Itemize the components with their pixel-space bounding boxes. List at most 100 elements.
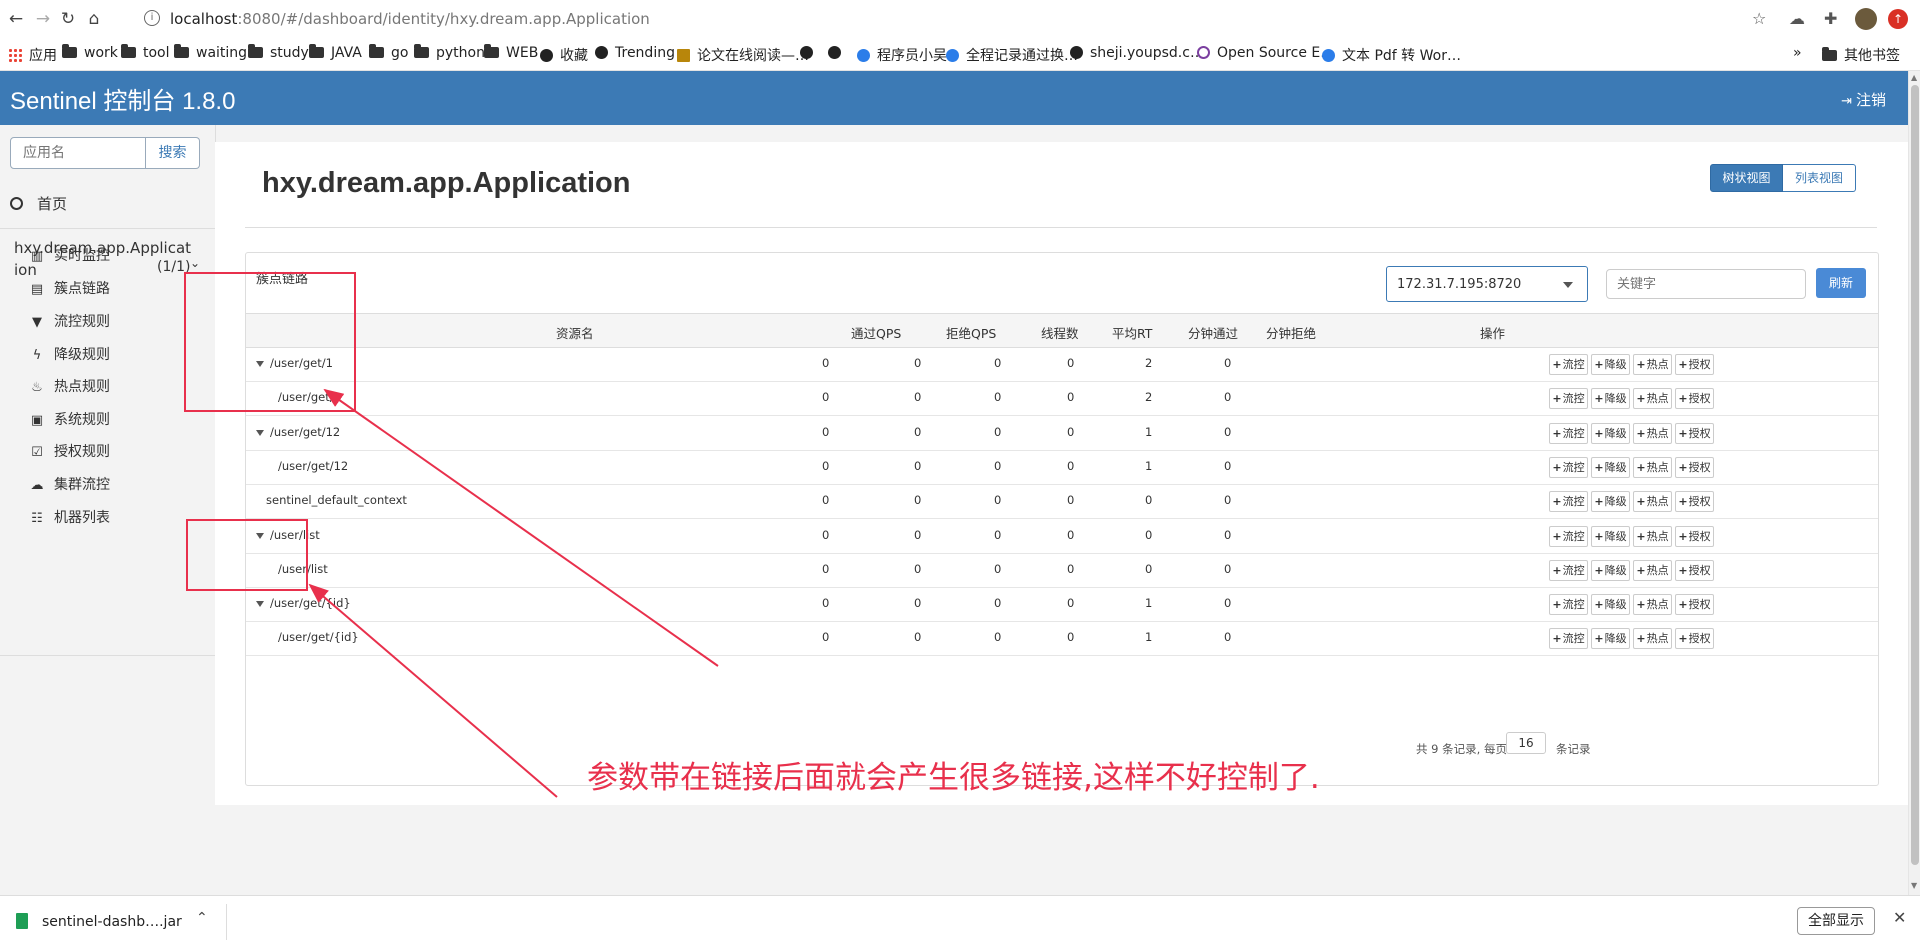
bookmark-item[interactable]: 程序员小吴 <box>857 45 947 65</box>
flow-rule-button[interactable]: +流控 <box>1549 628 1588 650</box>
flow-rule-button[interactable]: +流控 <box>1549 559 1588 581</box>
flow-rule-button[interactable]: +流控 <box>1549 422 1588 444</box>
home-icon[interactable]: ⌂ <box>84 9 104 29</box>
auth-rule-button[interactable]: +授权 <box>1675 525 1714 547</box>
flow-rule-button[interactable]: +流控 <box>1549 456 1588 478</box>
bookmark-item[interactable]: 文本 Pdf 转 Wor… <box>1322 45 1461 65</box>
bookmark-item[interactable]: sheji.youpsd.c… <box>1070 45 1204 61</box>
bookmark-item[interactable]: Trending <box>595 45 675 61</box>
chevron-down-icon[interactable]: ⌄ <box>190 256 200 270</box>
degrade-rule-button[interactable]: +降级 <box>1591 354 1630 375</box>
flow-rule-button[interactable]: +流控 <box>1549 354 1588 375</box>
logout-link[interactable]: ⇥ 注销 <box>1841 89 1886 110</box>
hotspot-rule-button[interactable]: +热点 <box>1633 559 1672 581</box>
plus-icon: + <box>1552 529 1562 543</box>
sidebar-item-home[interactable]: 首页 <box>10 193 67 214</box>
bookmark-item[interactable]: python <box>414 44 485 61</box>
site-info-icon[interactable]: i <box>144 10 160 26</box>
hotspot-rule-button[interactable]: +热点 <box>1633 491 1672 513</box>
refresh-button[interactable]: 刷新 <box>1816 268 1866 298</box>
auth-rule-button[interactable]: +授权 <box>1675 456 1714 478</box>
bookmark-item[interactable]: JAVA <box>309 44 362 61</box>
tree-view-button[interactable]: 树状视图 <box>1710 164 1783 192</box>
keyword-input[interactable] <box>1606 269 1806 299</box>
profile-avatar[interactable] <box>1855 8 1877 30</box>
auth-rule-button[interactable]: +授权 <box>1675 388 1714 410</box>
degrade-rule-button[interactable]: +降级 <box>1591 422 1630 444</box>
bookmark-item[interactable]: waiting <box>174 44 247 61</box>
auth-rule-button[interactable]: +授权 <box>1675 628 1714 650</box>
bookmark-item[interactable] <box>828 45 848 61</box>
bookmark-item[interactable]: tool <box>121 44 170 61</box>
hotspot-rule-button[interactable]: +热点 <box>1633 594 1672 616</box>
hotspot-rule-button[interactable]: +热点 <box>1633 525 1672 547</box>
scroll-up-icon[interactable]: ▲ <box>1911 73 1917 82</box>
auth-rule-button[interactable]: +授权 <box>1675 594 1714 616</box>
sidebar-menu-item[interactable]: ☑ 授权规则 <box>30 441 110 461</box>
sidebar-menu-item[interactable]: ☷ 机器列表 <box>30 507 110 527</box>
flow-rule-button[interactable]: +流控 <box>1549 388 1588 410</box>
sidebar-menu-item[interactable]: ▣ 系统规则 <box>30 409 110 429</box>
show-all-downloads-button[interactable]: 全部显示 <box>1797 907 1875 935</box>
sidebar-menu-item[interactable]: ☁ 集群流控 <box>30 474 111 494</box>
sidebar-menu-item[interactable]: ϟ 降级规则 <box>30 344 110 364</box>
sidebar-menu-item[interactable]: ♨ 热点规则 <box>30 376 110 396</box>
page-scrollbar[interactable]: ▲ ▼ <box>1908 71 1920 895</box>
degrade-rule-button[interactable]: +降级 <box>1591 388 1630 410</box>
degrade-rule-button[interactable]: +降级 <box>1591 456 1630 478</box>
degrade-rule-button[interactable]: +降级 <box>1591 628 1630 650</box>
search-button[interactable]: 搜索 <box>146 137 200 169</box>
degrade-rule-button[interactable]: +降级 <box>1591 491 1630 513</box>
bookmark-item[interactable]: study <box>248 44 309 61</box>
hotspot-rule-button[interactable]: +热点 <box>1633 422 1672 444</box>
chevron-up-icon[interactable]: ⌃ <box>196 910 208 926</box>
close-icon[interactable]: ✕ <box>1893 908 1906 927</box>
scroll-thumb[interactable] <box>1911 85 1919 865</box>
bookmark-item[interactable]: 全程记录通过换… <box>946 45 1078 65</box>
app-title[interactable]: Sentinel 控制台 1.8.0 <box>10 81 235 116</box>
bookmark-item[interactable]: Open Source E… <box>1197 45 1334 61</box>
caret-down-icon[interactable] <box>256 429 264 436</box>
machine-select[interactable]: 172.31.7.195:8720 <box>1386 266 1588 302</box>
bookmark-item[interactable]: work <box>62 44 118 61</box>
caret-down-icon[interactable] <box>256 601 264 608</box>
bookmark-item[interactable]: WEB <box>484 44 538 61</box>
sidebar-menu-item[interactable]: ▼ 流控规则 <box>30 311 110 331</box>
flow-rule-button[interactable]: +流控 <box>1549 525 1588 547</box>
bookmark-item[interactable]: 论文在线阅读—… <box>677 45 809 65</box>
bookmark-item[interactable]: 应用 <box>8 45 57 65</box>
other-bookmarks[interactable]: 其他书签 <box>1822 45 1900 65</box>
flow-rule-button[interactable]: +流控 <box>1549 594 1588 616</box>
reload-icon[interactable]: ↻ <box>58 9 78 29</box>
degrade-rule-button[interactable]: +降级 <box>1591 594 1630 616</box>
hotspot-rule-button[interactable]: +热点 <box>1633 388 1672 410</box>
degrade-rule-button[interactable]: +降级 <box>1591 525 1630 547</box>
flow-rule-button[interactable]: +流控 <box>1549 491 1588 513</box>
bookmarks-overflow-icon[interactable]: » <box>1793 45 1802 61</box>
update-icon[interactable]: ↑ <box>1888 9 1908 29</box>
extensions-icon[interactable]: ✚ <box>1824 9 1837 28</box>
download-file-name[interactable]: sentinel-dashb….jar <box>42 914 182 930</box>
back-icon[interactable]: ← <box>6 9 26 29</box>
scroll-down-icon[interactable]: ▼ <box>1911 881 1917 890</box>
sidebar-menu-item[interactable]: ▤ 簇点链路 <box>30 278 110 298</box>
hotspot-rule-button[interactable]: +热点 <box>1633 628 1672 650</box>
bookmark-item[interactable]: 收藏 <box>540 45 588 65</box>
bookmark-item[interactable]: go <box>369 44 408 61</box>
list-view-button[interactable]: 列表视图 <box>1783 164 1856 192</box>
degrade-rule-button[interactable]: +降级 <box>1591 559 1630 581</box>
app-search-input[interactable] <box>10 137 146 169</box>
hotspot-rule-button[interactable]: +热点 <box>1633 354 1672 375</box>
auth-rule-button[interactable]: +授权 <box>1675 491 1714 513</box>
hotspot-rule-button[interactable]: +热点 <box>1633 456 1672 478</box>
address-bar[interactable]: localhost:8080/#/dashboard/identity/hxy.… <box>170 10 650 28</box>
page-size-input[interactable]: 16 <box>1506 732 1546 754</box>
auth-rule-button[interactable]: +授权 <box>1675 422 1714 444</box>
auth-rule-button[interactable]: +授权 <box>1675 354 1714 375</box>
star-icon[interactable]: ☆ <box>1752 9 1766 28</box>
sidebar-menu-item[interactable]: ▥ 实时监控 <box>30 245 110 265</box>
auth-rule-button[interactable]: +授权 <box>1675 559 1714 581</box>
forward-icon[interactable]: → <box>33 9 53 29</box>
cloud-sync-icon[interactable]: ☁ <box>1789 9 1805 28</box>
bookmark-item[interactable] <box>800 45 820 61</box>
